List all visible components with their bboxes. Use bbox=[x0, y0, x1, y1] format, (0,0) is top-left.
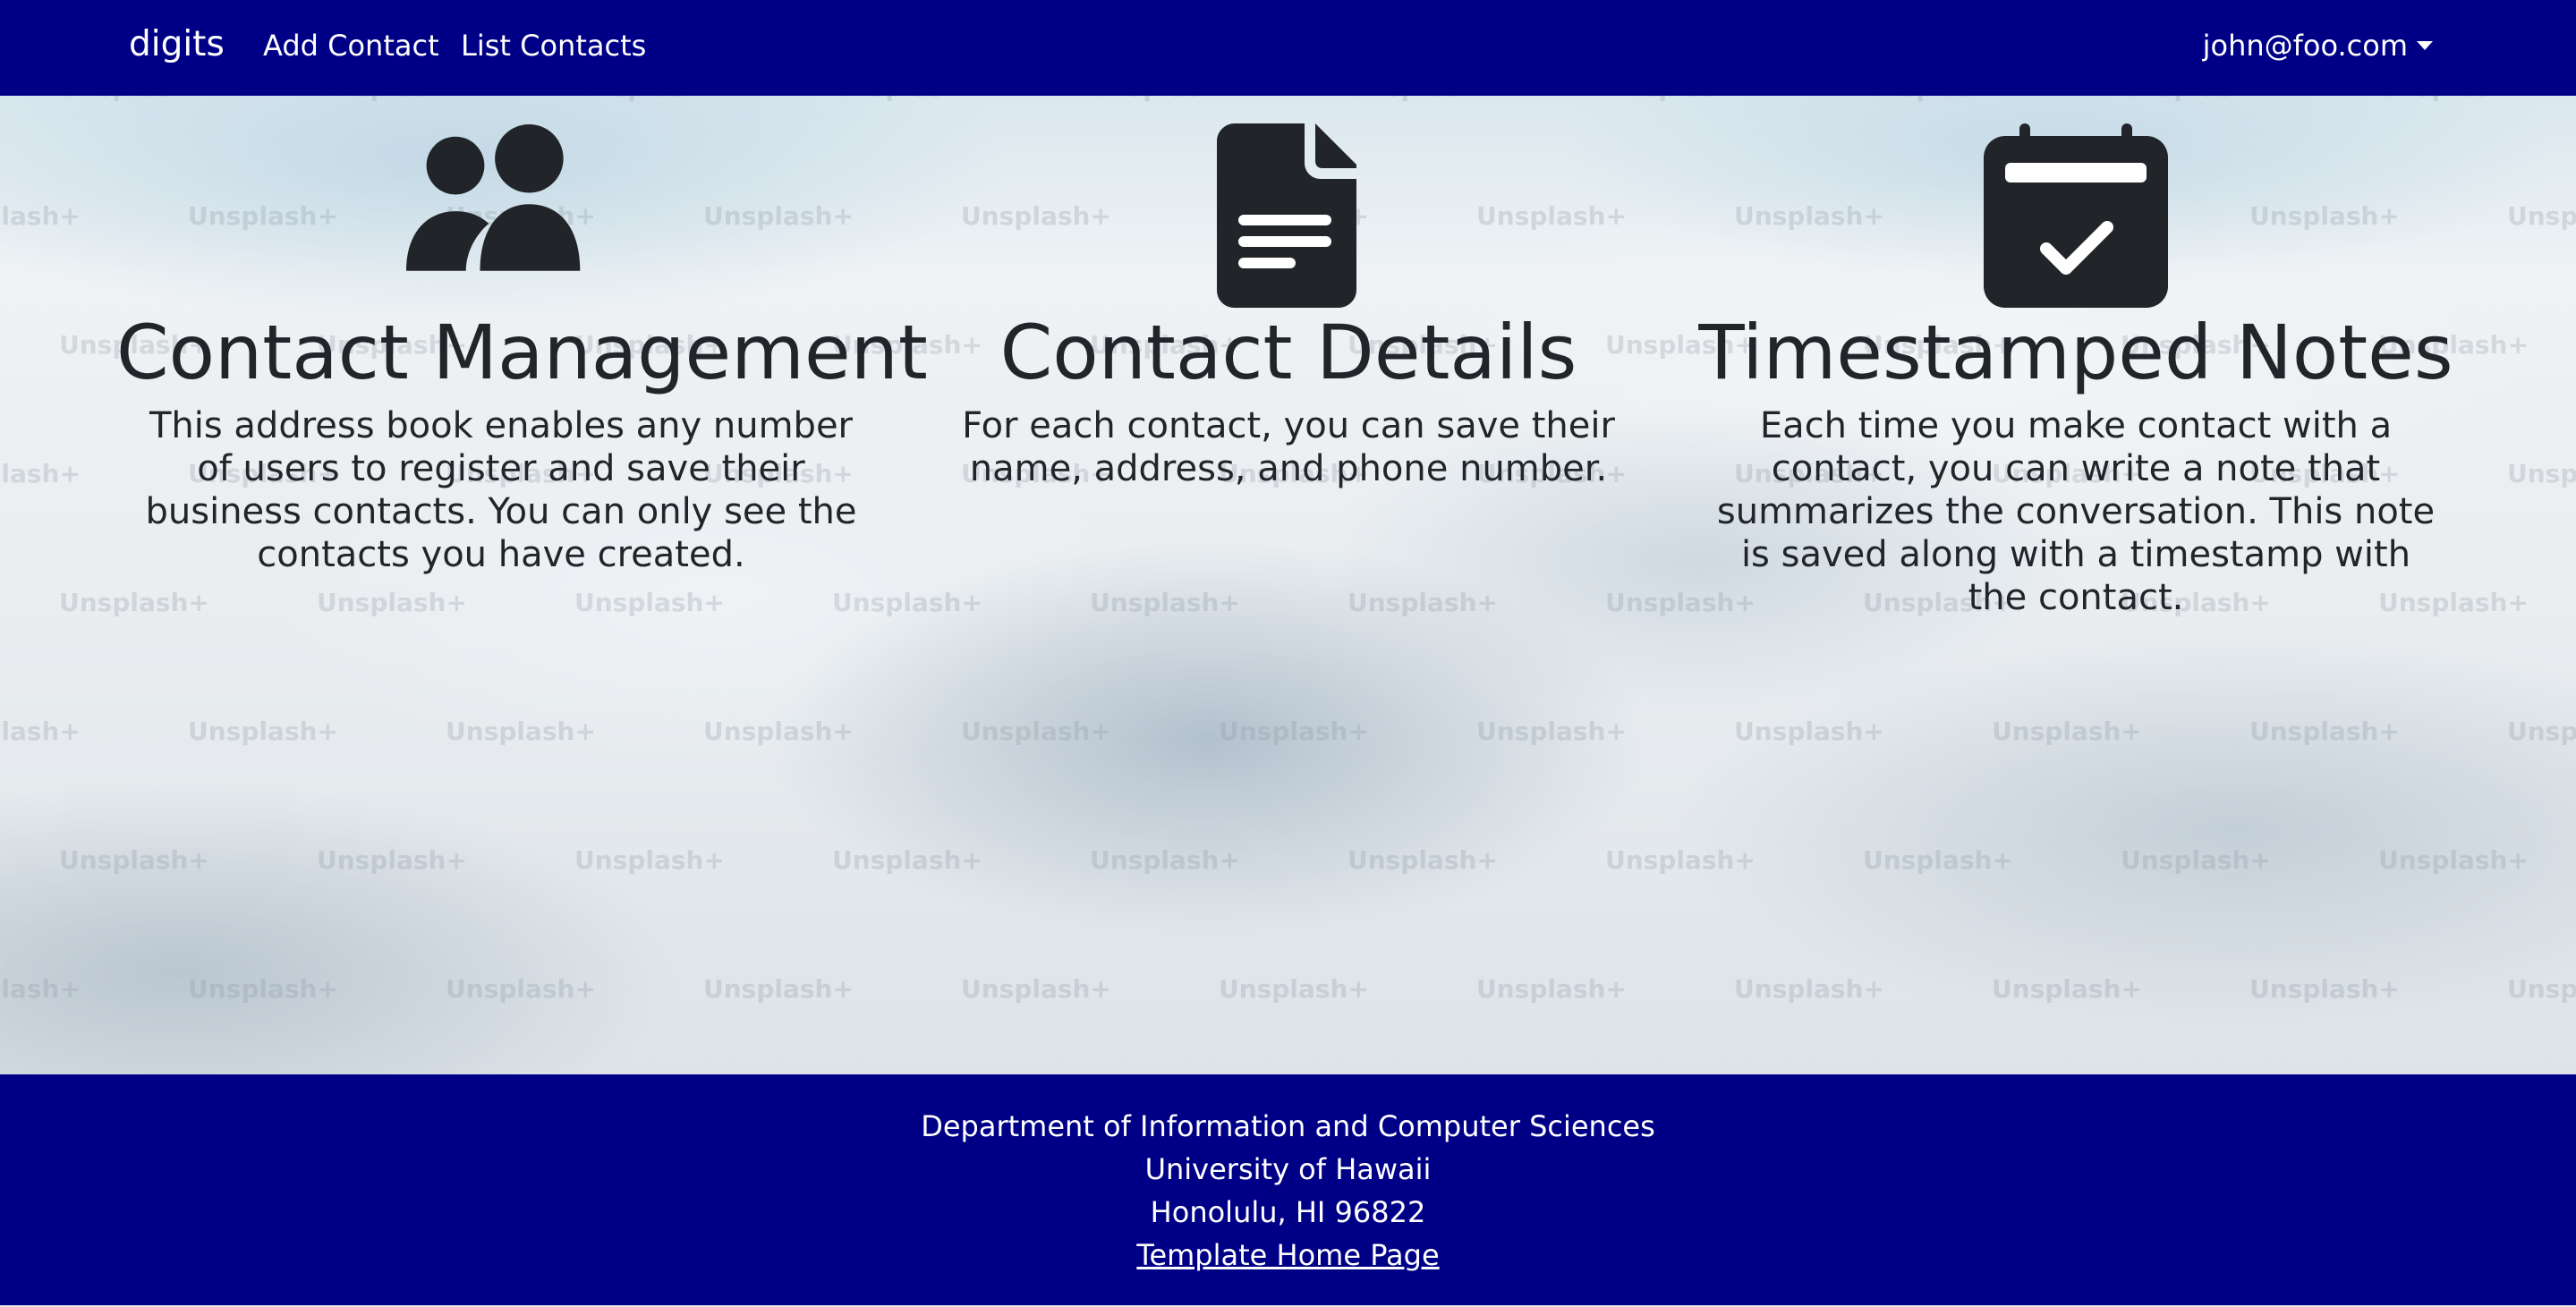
unsplash-watermark: Unsplash+ bbox=[1090, 96, 1240, 102]
unsplash-watermark: Unsplash+ bbox=[1734, 717, 1884, 746]
unsplash-watermark: Unsplash+ bbox=[317, 845, 467, 875]
user-dropdown[interactable]: john@foo.com bbox=[2203, 27, 2433, 64]
unsplash-watermark: Unsplash+ bbox=[703, 717, 854, 746]
footer-university: University of Hawaii bbox=[1144, 1152, 1432, 1186]
page-footer: Department of Information and Computer S… bbox=[0, 1074, 2576, 1305]
caret-down-icon bbox=[2417, 41, 2433, 50]
unsplash-watermark: Unsplash+ bbox=[188, 974, 338, 1004]
unsplash-watermark: Unsplash+ bbox=[1605, 96, 1756, 102]
footer-department: Department of Information and Computer S… bbox=[921, 1109, 1655, 1143]
users-icon bbox=[406, 123, 581, 271]
unsplash-watermark: Unsplash+ bbox=[2507, 459, 2576, 488]
unsplash-watermark: Unsplash+ bbox=[1863, 96, 2013, 102]
unsplash-watermark: Unsplash+ bbox=[832, 96, 982, 102]
unsplash-watermark: Unsplash+ bbox=[1348, 96, 1498, 102]
unsplash-watermark: Unsplash+ bbox=[1090, 588, 1240, 617]
unsplash-watermark: Unsplash+ bbox=[832, 845, 982, 875]
unsplash-watermark: Unsplash+ bbox=[2249, 717, 2400, 746]
unsplash-watermark: Unsplash+ bbox=[2121, 96, 2271, 102]
calendar-check-icon bbox=[1984, 123, 2168, 308]
unsplash-watermark: Unsplash+ bbox=[1348, 588, 1498, 617]
landing-hero: Unsplash+ Unsplash+ Unsplash+ Unsplash+ Unsp… bbox=[0, 96, 2576, 1074]
footer-address: Honolulu, HI 96822 bbox=[1150, 1195, 1426, 1229]
feature-contact-management: Contact Management This address book ena… bbox=[116, 123, 928, 576]
feature-description: This address book enables any number of … bbox=[145, 405, 857, 575]
unsplash-watermark: Unsplash+ bbox=[574, 588, 725, 617]
feature-description: For each contact, you can save their nam… bbox=[962, 405, 1615, 489]
unsplash-watermark: Unsplash+ bbox=[0, 717, 81, 746]
unsplash-watermark: Unsplash+ bbox=[703, 974, 854, 1004]
unsplash-watermark: Unsplash+ bbox=[2249, 974, 2400, 1004]
unsplash-watermark: Unsplash+ bbox=[1476, 717, 1627, 746]
unsplash-watermark: Unsplash+ bbox=[961, 717, 1111, 746]
unsplash-watermark: Unsplash+ bbox=[1476, 974, 1627, 1004]
unsplash-watermark: Unsplash+ bbox=[1219, 717, 1369, 746]
nav-list-contacts[interactable]: List Contacts bbox=[461, 27, 646, 64]
unsplash-watermark: Unsplash+ bbox=[574, 845, 725, 875]
feature-description: Each time you make contact with a contac… bbox=[1716, 405, 2436, 618]
unsplash-watermark: Unsplash+ bbox=[2507, 201, 2576, 231]
brand-link[interactable]: digits bbox=[129, 21, 225, 68]
unsplash-watermark: Unsplash+ bbox=[317, 588, 467, 617]
unsplash-watermark: Unsplash+ bbox=[2378, 845, 2529, 875]
unsplash-watermark: Unsplash+ bbox=[1348, 845, 1498, 875]
nav-add-contact[interactable]: Add Contact bbox=[263, 27, 439, 64]
unsplash-watermark: Unsplash+ bbox=[0, 974, 81, 1004]
unsplash-watermark: Unsplash+ bbox=[2507, 974, 2576, 1004]
file-lines-icon bbox=[1217, 123, 1356, 308]
unsplash-watermark: Unsplash+ bbox=[1734, 974, 1884, 1004]
unsplash-watermark: Unsplash+ bbox=[59, 96, 209, 102]
unsplash-watermark: Unsplash+ bbox=[0, 459, 81, 488]
unsplash-watermark: Unsplash+ bbox=[1219, 974, 1369, 1004]
unsplash-watermark: Unsplash+ bbox=[1992, 717, 2142, 746]
unsplash-watermark: Unsplash+ bbox=[574, 96, 725, 102]
unsplash-watermark: Unsplash+ bbox=[446, 717, 596, 746]
feature-timestamped-notes: Timestamped Notes Each time you make con… bbox=[1691, 123, 2461, 619]
template-home-link[interactable]: Template Home Page bbox=[1136, 1238, 1439, 1272]
top-navbar: digits Add Contact List Contacts john@fo… bbox=[0, 0, 2576, 96]
unsplash-watermark: Unsplash+ bbox=[59, 588, 209, 617]
unsplash-watermark: Unsplash+ bbox=[1090, 845, 1240, 875]
unsplash-watermark: Unsplash+ bbox=[317, 96, 467, 102]
unsplash-watermark: Unsplash+ bbox=[59, 845, 209, 875]
feature-title: Contact Details bbox=[999, 309, 1577, 396]
unsplash-watermark: Unsplash+ bbox=[1992, 974, 2142, 1004]
unsplash-watermark: Unsplash+ bbox=[2121, 845, 2271, 875]
unsplash-watermark: Unsplash+ bbox=[1605, 845, 1756, 875]
unsplash-watermark: Unsplash+ bbox=[832, 588, 982, 617]
user-email: john@foo.com bbox=[2202, 29, 2408, 63]
feature-contact-details: Contact Details For each contact, you ca… bbox=[904, 123, 1673, 490]
unsplash-watermark: Unsplash+ bbox=[2378, 96, 2529, 102]
unsplash-watermark: Unsplash+ bbox=[446, 974, 596, 1004]
unsplash-watermark: Unsplash+ bbox=[188, 717, 338, 746]
unsplash-watermark: Unsplash+ bbox=[1863, 845, 2013, 875]
unsplash-watermark: Unsplash+ bbox=[0, 201, 81, 231]
unsplash-watermark: Unsplash+ bbox=[2507, 717, 2576, 746]
feature-title: Timestamped Notes bbox=[1698, 309, 2453, 396]
unsplash-watermark: Unsplash+ bbox=[961, 974, 1111, 1004]
feature-title: Contact Management bbox=[116, 309, 928, 396]
